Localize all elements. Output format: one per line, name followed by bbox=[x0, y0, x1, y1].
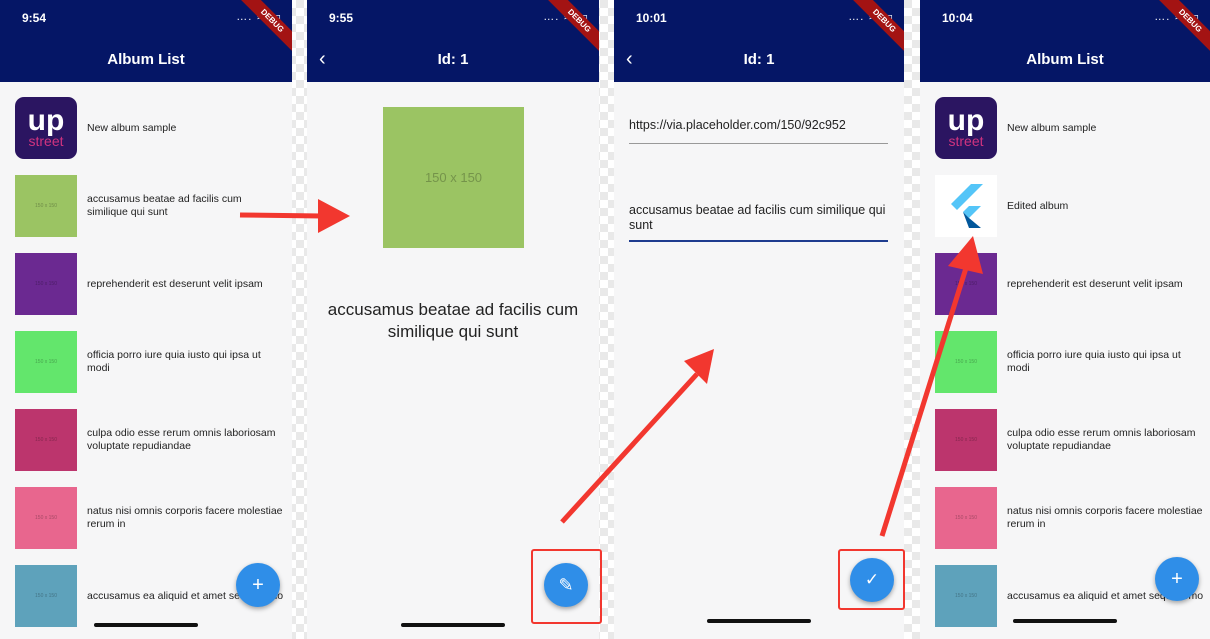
album-title: officia porro iure quia iusto qui ipsa u… bbox=[1007, 349, 1181, 374]
page-title: Id: 1 bbox=[437, 51, 469, 68]
home-indicator bbox=[94, 623, 198, 627]
logo-text: up bbox=[947, 104, 985, 137]
album-thumbnail: 150 x 150 bbox=[15, 487, 77, 549]
list-item[interactable]: 150 x 150 culpa odio esse rerum omnis lab… bbox=[15, 409, 285, 471]
album-title: New album sample bbox=[87, 121, 177, 134]
list-item[interactable]: 150 x 150 natus nisi omnis corporis facer… bbox=[15, 487, 285, 549]
list-item[interactable]: 150 x 150 accusamus beatae ad facilis cum… bbox=[15, 175, 285, 237]
album-title: natus nisi omnis corporis facere molesti… bbox=[87, 505, 283, 530]
app-bar: 10:04 …. ≋ ▭ DEBUG Album List bbox=[920, 0, 1210, 82]
list-item[interactable]: up street New album sample bbox=[935, 97, 1205, 159]
list-item[interactable]: up street New album sample bbox=[15, 97, 285, 159]
app-bar: 9:55 …. ≋ ▭ DEBUG ‹ Id: 1 bbox=[307, 0, 599, 82]
list-item[interactable]: 150 x 150 reprehenderit est deserunt veli… bbox=[15, 253, 285, 315]
screen-album-list-updated: 10:04 …. ≋ ▭ DEBUG Album List upstreet Ne… bbox=[920, 0, 1210, 639]
screen-album-list: 9:54 …. ≋ ▭ DEBUG Album List upstreet New… bbox=[0, 0, 292, 639]
url-field[interactable]: https://via.placeholder.com/150/92c952 bbox=[629, 118, 888, 133]
screen-album-edit: 10:01 …. ≋ ▭ DEBUG ‹ Id: 1 https://via.p… bbox=[614, 0, 904, 639]
list-item[interactable]: 150 x 150 officia porro iure quia iusto q… bbox=[935, 331, 1205, 393]
title-field-underline bbox=[629, 240, 888, 242]
album-title: natus nisi omnis corporis facere molesti… bbox=[1007, 505, 1203, 530]
album-title: accusamus beatae ad facilis cum similiqu… bbox=[87, 193, 242, 218]
app-bar: 10:01 …. ≋ ▭ DEBUG ‹ Id: 1 bbox=[614, 0, 904, 82]
album-thumbnail: 150 x 150 bbox=[15, 175, 77, 237]
screen-album-detail: 9:55 …. ≋ ▭ DEBUG ‹ Id: 1 150 x 150 accu… bbox=[307, 0, 599, 639]
logo-text: up bbox=[27, 104, 65, 137]
home-indicator bbox=[1013, 619, 1117, 623]
album-title: accusamus beatae ad facilis cum similiqu… bbox=[327, 300, 579, 341]
list-item[interactable]: 150 x 150 officia porro iure quia iusto q… bbox=[15, 331, 285, 393]
page-title: Album List bbox=[107, 51, 185, 68]
add-album-button[interactable]: + bbox=[236, 563, 280, 607]
album-title: New album sample bbox=[1007, 121, 1097, 134]
list-item[interactable]: 150 x 150 reprehenderit est deserunt veli… bbox=[935, 253, 1205, 315]
album-title: reprehenderit est deserunt velit ipsam bbox=[1007, 277, 1183, 290]
edit-button-highlight bbox=[531, 549, 602, 624]
home-indicator bbox=[401, 623, 505, 627]
status-time: 10:01 bbox=[636, 11, 667, 25]
upstreet-logo: up street bbox=[15, 97, 77, 159]
status-time: 9:54 bbox=[22, 11, 47, 25]
list-item[interactable]: Edited album bbox=[935, 175, 1205, 237]
album-image: 150 x 150 bbox=[383, 107, 524, 248]
upstreet-logo: up street bbox=[935, 97, 997, 159]
logo-text: street bbox=[948, 133, 984, 149]
logo-text: street bbox=[28, 133, 64, 149]
album-thumbnail: 150 x 150 bbox=[935, 253, 997, 315]
title-field[interactable]: accusamus beatae ad facilis cum similiqu… bbox=[629, 203, 888, 233]
album-thumbnail: 150 x 150 bbox=[15, 253, 77, 315]
album-thumbnail: 150 x 150 bbox=[935, 409, 997, 471]
status-time: 10:04 bbox=[942, 11, 973, 25]
page-title: Id: 1 bbox=[743, 51, 775, 68]
status-time: 9:55 bbox=[329, 11, 354, 25]
album-title: Edited album bbox=[1007, 199, 1069, 212]
album-thumbnail: 150 x 150 bbox=[15, 331, 77, 393]
url-field-underline bbox=[629, 143, 888, 144]
album-thumbnail: 150 x 150 bbox=[15, 565, 77, 627]
app-bar: 9:54 …. ≋ ▭ DEBUG Album List bbox=[0, 0, 292, 82]
page-title: Album List bbox=[1026, 51, 1104, 68]
home-indicator bbox=[707, 619, 811, 623]
album-title: reprehenderit est deserunt velit ipsam bbox=[87, 277, 263, 290]
album-thumbnail: 150 x 150 bbox=[935, 331, 997, 393]
album-title: officia porro iure quia iusto qui ipsa u… bbox=[87, 349, 261, 374]
album-thumbnail: 150 x 150 bbox=[935, 565, 997, 627]
album-thumbnail: 150 x 150 bbox=[15, 409, 77, 471]
album-title: culpa odio esse rerum omnis laboriosam v… bbox=[1007, 427, 1196, 452]
flutter-logo bbox=[935, 175, 997, 237]
list-item[interactable]: 150 x 150 culpa odio esse rerum omnis lab… bbox=[935, 409, 1205, 471]
album-thumbnail: 150 x 150 bbox=[935, 487, 997, 549]
add-album-button[interactable]: + bbox=[1155, 557, 1199, 601]
save-button-highlight bbox=[838, 549, 905, 610]
album-title: culpa odio esse rerum omnis laboriosam v… bbox=[87, 427, 276, 452]
list-item[interactable]: 150 x 150 natus nisi omnis corporis facer… bbox=[935, 487, 1205, 549]
